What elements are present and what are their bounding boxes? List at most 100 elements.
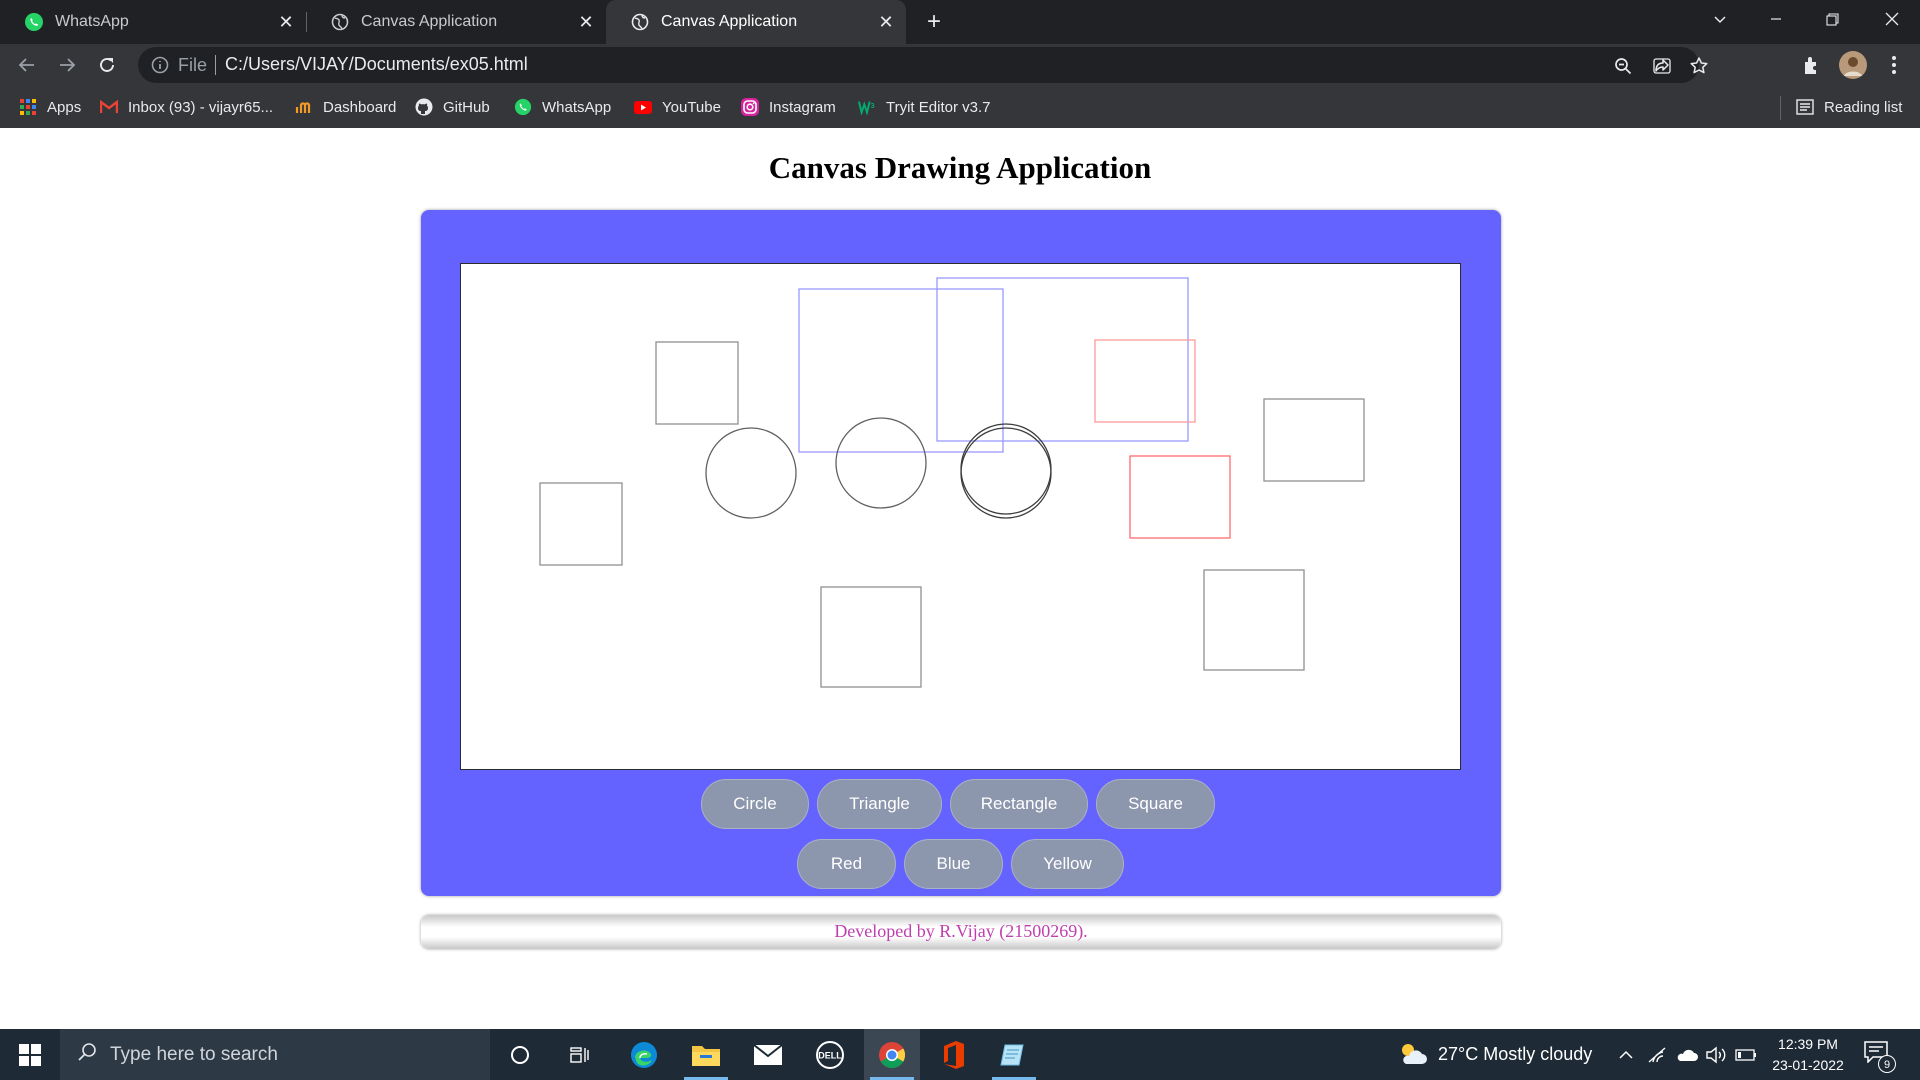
minimize-button[interactable] <box>1748 0 1804 38</box>
volume-icon[interactable] <box>1704 1043 1728 1067</box>
file-explorer-app[interactable] <box>678 1029 734 1080</box>
partly-cloudy-icon <box>1402 1044 1427 1064</box>
cortana-icon <box>511 1045 529 1064</box>
dell-app[interactable]: DELL <box>802 1029 858 1080</box>
bookmark-youtube[interactable]: YouTube <box>634 96 721 118</box>
bookmark-star-icon[interactable] <box>1688 55 1710 77</box>
taskbar-search-box[interactable]: Type here to search <box>60 1029 490 1080</box>
blue-button[interactable]: Blue <box>904 839 1003 889</box>
zoom-icon[interactable] <box>1612 55 1634 77</box>
forward-button[interactable] <box>52 50 82 80</box>
reading-list-label: Reading list <box>1824 98 1903 116</box>
cortana-button[interactable] <box>492 1029 548 1080</box>
chevron-up-icon[interactable] <box>1614 1043 1638 1067</box>
square-button[interactable]: Square <box>1096 779 1215 829</box>
drawing-canvas[interactable] <box>460 263 1461 770</box>
canvas-circle <box>835 417 927 509</box>
whatsapp-icon <box>24 12 44 32</box>
color-button-row: Red Blue Yellow <box>797 839 1132 889</box>
folder-icon <box>692 1045 720 1066</box>
canvas-rectangle <box>1129 455 1231 539</box>
reload-button[interactable] <box>92 50 122 80</box>
browser-tab-strip: WhatsApp ✕ Canvas Application ✕ Canvas A… <box>0 0 1920 44</box>
chrome-icon <box>879 1041 906 1068</box>
mail-icon <box>753 1043 783 1065</box>
rectangle-button[interactable]: Rectangle <box>950 779 1088 829</box>
share-icon[interactable] <box>1651 55 1673 77</box>
notepad-icon <box>1000 1044 1024 1065</box>
battery-icon[interactable] <box>1734 1043 1758 1067</box>
weather-text: 27°C Mostly cloudy <box>1438 1043 1593 1064</box>
bookmark-apps[interactable]: Apps <box>19 96 81 118</box>
close-tab-icon[interactable]: ✕ <box>274 10 298 34</box>
close-tab-icon[interactable]: ✕ <box>874 10 898 34</box>
instagram-icon <box>741 98 759 116</box>
close-tab-icon[interactable]: ✕ <box>574 10 598 34</box>
canvas-circle <box>960 423 1052 515</box>
weather-widget[interactable]: 27°C Mostly cloudy <box>1398 1041 1592 1067</box>
task-view-button[interactable] <box>552 1029 608 1080</box>
dashboard-icon <box>295 98 313 116</box>
new-tab-button[interactable]: + <box>920 8 948 36</box>
bookmark-label: Dashboard <box>323 98 397 116</box>
notification-center-button[interactable]: 9 <box>1864 1041 1896 1073</box>
canvas-rectangle <box>1094 339 1196 423</box>
wifi-icon[interactable] <box>1645 1043 1669 1067</box>
bookmark-whatsapp[interactable]: WhatsApp <box>514 96 611 118</box>
canvas-rectangle <box>1203 569 1305 671</box>
whatsapp-icon <box>514 98 532 116</box>
edge-app[interactable] <box>616 1029 672 1080</box>
w3schools-icon: 3 <box>858 98 876 116</box>
tab-search-icon[interactable] <box>1692 0 1748 38</box>
url-text[interactable]: C:/Users/VIJAY/Documents/ex05.html <box>225 54 528 75</box>
gmail-icon <box>100 98 118 116</box>
globe-icon <box>330 12 350 32</box>
restore-button[interactable] <box>1804 0 1860 38</box>
mail-app[interactable] <box>740 1029 796 1080</box>
canvas-rectangle <box>1263 398 1365 482</box>
triangle-button[interactable]: Triangle <box>817 779 942 829</box>
profile-avatar[interactable] <box>1838 50 1868 80</box>
address-divider <box>215 55 216 75</box>
windows-taskbar: Type here to search DELL 27°C Mostly clo… <box>0 1029 1920 1080</box>
onedrive-icon[interactable] <box>1675 1043 1699 1067</box>
chrome-app[interactable] <box>864 1029 920 1080</box>
dell-icon: DELL <box>816 1040 844 1069</box>
windows-start-button[interactable] <box>0 1029 60 1080</box>
tab-whatsapp[interactable]: WhatsApp ✕ <box>0 0 306 44</box>
reading-list-button[interactable]: Reading list <box>1796 96 1902 118</box>
back-button[interactable] <box>12 50 42 80</box>
svg-text:DELL: DELL <box>818 1050 842 1060</box>
bookmark-dashboard[interactable]: Dashboard <box>295 96 396 118</box>
bookmark-label: WhatsApp <box>542 98 612 116</box>
page-viewport: Canvas Drawing Application Circle Triang… <box>0 128 1920 1029</box>
yellow-button[interactable]: Yellow <box>1011 839 1124 889</box>
bookmark-label: GitHub <box>443 98 490 116</box>
github-icon <box>415 98 433 116</box>
notepad-app[interactable] <box>986 1029 1042 1080</box>
notification-count-badge: 9 <box>1878 1055 1896 1073</box>
tab-canvas-application-active[interactable]: Canvas Application ✕ <box>606 0 906 44</box>
shape-button-row: Circle Triangle Rectangle Square <box>701 779 1223 829</box>
red-button[interactable]: Red <box>797 839 896 889</box>
canvas-circle <box>705 427 797 519</box>
bookmark-label: Tryit Editor v3.7 <box>886 98 991 116</box>
close-window-button[interactable] <box>1864 0 1920 38</box>
url-scheme-label: File <box>178 55 208 75</box>
address-bar[interactable]: File C:/Users/VIJAY/Documents/ex05.html <box>138 47 1708 83</box>
circle-button[interactable]: Circle <box>701 779 809 829</box>
bookmark-gmail[interactable]: Inbox (93) - vijayr65... <box>100 96 273 118</box>
bookmark-github[interactable]: GitHub <box>415 96 490 118</box>
taskbar-clock[interactable]: 12:39 PM 23-01-2022 <box>1760 1034 1856 1076</box>
bookmarks-divider <box>1780 96 1781 120</box>
bookmark-tryit-editor[interactable]: 3 Tryit Editor v3.7 <box>858 96 990 118</box>
office-app[interactable] <box>926 1029 982 1080</box>
menu-dots-icon[interactable] <box>1882 53 1906 77</box>
extensions-icon[interactable] <box>1800 53 1824 77</box>
youtube-icon <box>634 98 652 116</box>
tab-title: Canvas Application <box>361 13 498 30</box>
drawing-panel: Circle Triangle Rectangle Square Red Blu… <box>421 210 1501 896</box>
info-icon[interactable] <box>150 55 170 75</box>
bookmark-instagram[interactable]: Instagram <box>741 96 836 118</box>
tab-canvas-application[interactable]: Canvas Application ✕ <box>306 0 606 44</box>
